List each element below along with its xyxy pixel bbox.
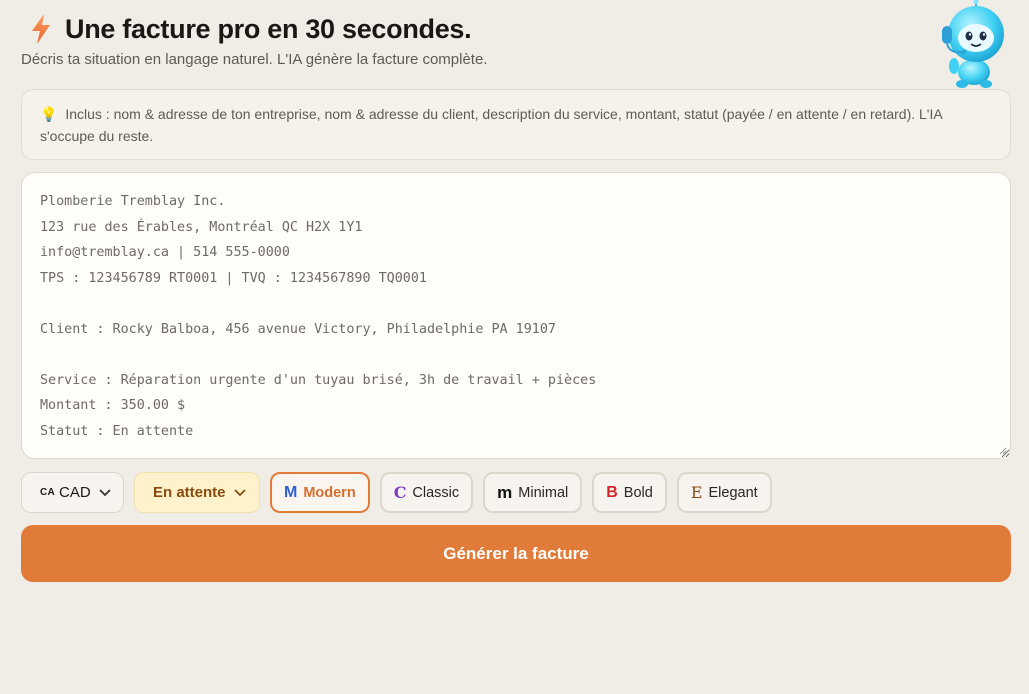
template-elegant-label: Elegant [708,484,758,501]
template-minimal-button[interactable]: m Minimal [483,472,583,513]
template-bold-label: Bold [623,484,653,501]
description-text: Plomberie Tremblay Inc. 123 rue des Érab… [40,194,597,439]
currency-select[interactable]: CA CAD [21,472,124,513]
status-select[interactable]: En attente [134,472,260,513]
lightning-bolt-icon [32,14,50,44]
options-bar: CA CAD En attente M Modern C Classic m M… [21,472,782,513]
currency-flag: CA [40,487,56,498]
chevron-down-icon [233,488,246,496]
template-bold-icon: B [606,483,618,501]
header: Une facture pro en 30 secondes. Décris t… [21,12,921,69]
page-subtitle: Décris ta situation en langage naturel. … [21,51,488,68]
template-classic-icon: C [393,483,407,502]
robot-mascot-icon [942,0,1004,88]
template-modern-icon: M [284,483,298,501]
page-title: Une facture pro en 30 secondes. [65,13,472,44]
template-modern-button[interactable]: M Modern [270,472,370,513]
currency-value: CAD [59,484,91,501]
info-hint-text: Inclus : nom & adresse de ton entreprise… [40,106,942,144]
template-bold-button[interactable]: B Bold [592,472,667,513]
template-minimal-label: Minimal [518,484,569,501]
title-row: Une facture pro en 30 secondes. [21,12,921,46]
resize-handle-icon[interactable] [999,447,1007,455]
template-elegant-button[interactable]: E Elegant [676,472,772,513]
template-classic-button[interactable]: C Classic [379,472,474,513]
generate-invoice-button[interactable]: Générer la facture [21,525,1011,582]
template-elegant-icon: E [690,483,703,502]
info-hint-box: 💡 Inclus : nom & adresse de ton entrepri… [21,89,1011,160]
description-textarea[interactable]: Plomberie Tremblay Inc. 123 rue des Érab… [21,172,1011,459]
status-value: En attente [153,484,226,501]
template-classic-label: Classic [412,484,460,501]
chevron-down-icon [99,488,111,496]
lightbulb-icon: 💡 [40,106,58,122]
template-modern-label: Modern [303,484,356,501]
template-minimal-icon: m [497,482,513,502]
